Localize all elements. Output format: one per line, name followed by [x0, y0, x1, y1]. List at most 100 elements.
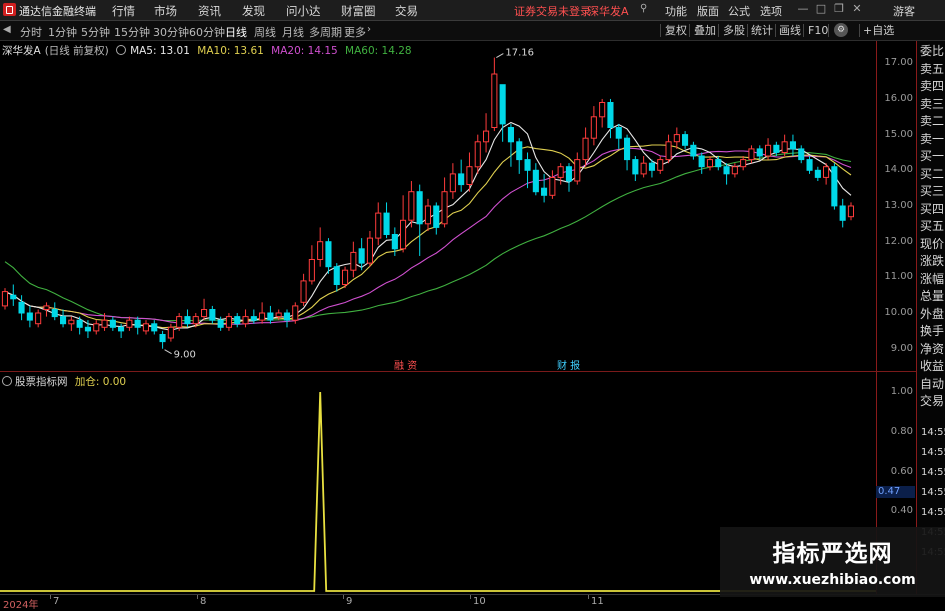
candle[interactable]	[765, 138, 772, 160]
candle[interactable]	[441, 177, 448, 228]
candle[interactable]	[798, 145, 805, 164]
candle[interactable]	[599, 98, 606, 128]
draw-line-button[interactable]: 画线	[777, 23, 803, 38]
candle[interactable]	[308, 245, 315, 285]
menu-function[interactable]: 功能	[665, 3, 687, 19]
menu-news[interactable]: 资讯	[198, 3, 221, 19]
candle[interactable]	[773, 141, 780, 157]
candle[interactable]	[433, 202, 440, 235]
candle[interactable]	[250, 309, 257, 324]
candle[interactable]	[259, 302, 266, 324]
candle[interactable]	[408, 181, 415, 228]
candle[interactable]	[375, 202, 382, 246]
candle[interactable]	[242, 309, 249, 328]
candle[interactable]	[142, 320, 149, 335]
event-marker-report[interactable]: 财 报	[557, 359, 580, 371]
candle[interactable]	[458, 159, 465, 192]
candle[interactable]	[317, 227, 324, 267]
candle[interactable]	[325, 238, 332, 274]
tab-1min[interactable]: 1分钟	[48, 24, 77, 40]
candle[interactable]	[483, 113, 490, 153]
candle[interactable]	[342, 266, 349, 289]
candle[interactable]	[640, 156, 647, 178]
candle[interactable]	[93, 320, 100, 335]
candle[interactable]	[18, 295, 25, 321]
candle[interactable]	[847, 202, 855, 221]
candle[interactable]	[68, 316, 75, 331]
candle[interactable]	[126, 316, 133, 331]
maximize-icon[interactable]: □	[814, 2, 828, 16]
candle[interactable]	[657, 156, 664, 174]
candle[interactable]	[698, 152, 705, 174]
close-icon[interactable]: ✕	[850, 2, 864, 16]
candle[interactable]	[499, 84, 506, 142]
tab-more[interactable]: 更多	[344, 24, 366, 40]
candle[interactable]	[723, 163, 730, 185]
candle[interactable]	[690, 141, 697, 160]
search-icon[interactable]: ⚲	[640, 4, 650, 14]
statistics-button[interactable]: 统计	[749, 23, 775, 38]
candle[interactable]	[557, 163, 564, 185]
user-guest[interactable]: 游客	[893, 3, 915, 19]
candle[interactable]	[333, 263, 340, 292]
menu-discover[interactable]: 发现	[242, 3, 265, 19]
candle[interactable]	[1, 288, 8, 310]
f10-button[interactable]: F10	[806, 23, 830, 38]
active-stock-name[interactable]: 深华发A	[588, 3, 629, 19]
candle[interactable]	[673, 127, 680, 149]
candle[interactable]	[424, 198, 431, 231]
candle[interactable]	[615, 123, 622, 149]
candle[interactable]	[823, 163, 830, 185]
candle[interactable]	[51, 302, 58, 321]
candle[interactable]	[574, 152, 581, 185]
tab-60min[interactable]: 60分钟	[189, 24, 225, 40]
candle[interactable]	[159, 330, 166, 349]
candle[interactable]	[366, 230, 373, 267]
candle[interactable]	[225, 313, 232, 331]
candle[interactable]	[474, 134, 481, 174]
candle[interactable]	[283, 309, 290, 328]
candle[interactable]	[590, 106, 597, 146]
candle[interactable]	[300, 273, 307, 306]
candle[interactable]	[682, 131, 689, 149]
tab-5min[interactable]: 5分钟	[81, 24, 110, 40]
candle[interactable]	[740, 156, 747, 171]
menu-trade[interactable]: 交易	[395, 3, 418, 19]
add-watchlist-button[interactable]: +自选	[861, 23, 896, 38]
candle[interactable]	[706, 156, 714, 171]
candle[interactable]	[607, 98, 614, 139]
candle[interactable]	[806, 156, 813, 174]
tab-daily[interactable]: 日线	[225, 24, 247, 40]
multi-stock-button[interactable]: 多股	[721, 23, 747, 38]
candle[interactable]	[358, 238, 365, 271]
menu-market[interactable]: 市场	[154, 3, 177, 19]
candle[interactable]	[416, 184, 423, 256]
tab-15min[interactable]: 15分钟	[114, 24, 150, 40]
candle[interactable]	[582, 127, 589, 167]
candle[interactable]	[35, 309, 42, 328]
candle[interactable]	[383, 202, 390, 239]
candle[interactable]	[449, 163, 456, 199]
candle[interactable]	[10, 284, 17, 306]
candle[interactable]	[541, 173, 548, 203]
candle[interactable]	[60, 309, 67, 328]
tab-monthly[interactable]: 月线	[282, 24, 304, 40]
restore-icon[interactable]: ❐	[832, 2, 846, 16]
menu-layout[interactable]: 版面	[697, 3, 719, 19]
candle[interactable]	[565, 163, 573, 192]
candle[interactable]	[209, 305, 216, 324]
candle[interactable]	[814, 166, 821, 182]
candle[interactable]	[292, 302, 299, 324]
candle[interactable]	[632, 156, 639, 182]
tab-timeline[interactable]: 分时	[20, 24, 42, 40]
candle[interactable]	[516, 138, 523, 174]
candle[interactable]	[400, 195, 407, 253]
trade-login-warning[interactable]: 证券交易未登录	[514, 3, 591, 19]
menu-formula[interactable]: 公式	[728, 3, 750, 19]
candle[interactable]	[234, 313, 241, 328]
menu-ask[interactable]: 问小达	[286, 3, 321, 19]
candle[interactable]	[781, 134, 788, 157]
candle[interactable]	[26, 305, 33, 328]
event-marker-financing[interactable]: 融 资	[394, 360, 417, 371]
menu-wealth[interactable]: 财富圈	[341, 3, 376, 19]
